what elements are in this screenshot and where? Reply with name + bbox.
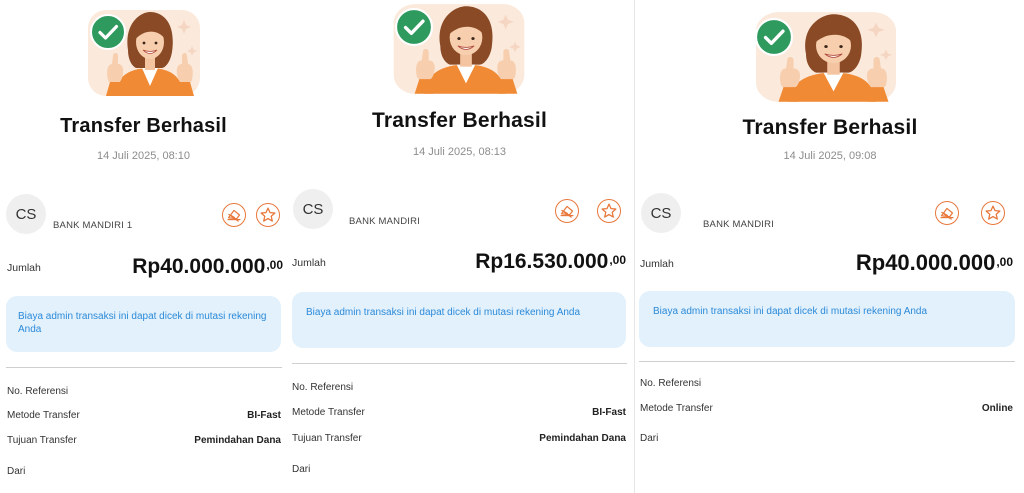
page-title: Transfer Berhasil — [742, 116, 918, 139]
favorite-button[interactable] — [256, 203, 280, 227]
method-label: Metode Transfer — [640, 403, 713, 414]
share-receipt-button[interactable] — [222, 203, 246, 227]
amount-main: Rp40.000.000 — [855, 250, 996, 275]
amount-main: Rp40.000.000 — [132, 255, 266, 278]
share-receipt-button[interactable] — [935, 201, 959, 225]
check-circle-icon — [755, 18, 793, 56]
purpose-label: Tujuan Transfer — [7, 435, 77, 446]
transfer-receipt-screen-1: Transfer Berhasil 14 Juli 2025, 08:10 CS… — [0, 0, 287, 493]
amount-value: Rp40.000.000,00 — [856, 250, 1013, 276]
reference-label: No. Referensi — [7, 386, 69, 397]
amount-value: Rp40.000.000,00 — [132, 255, 283, 279]
method-value: Online — [981, 403, 1013, 414]
star-icon — [260, 207, 276, 222]
amount-label: Jumlah — [640, 258, 674, 270]
amount-main: Rp16.530.000 — [475, 250, 609, 273]
amount-cents: ,00 — [996, 255, 1013, 269]
avatar: CS — [6, 194, 46, 234]
check-circle-icon — [90, 14, 126, 50]
star-icon — [985, 205, 1001, 220]
amount-value: Rp16.530.000,00 — [475, 250, 626, 274]
purpose-value: Pemindahan Dana — [194, 435, 281, 446]
divider — [639, 361, 1015, 362]
method-label: Metode Transfer — [292, 407, 365, 418]
bank-name: BANK MANDIRI — [703, 219, 775, 230]
avatar: CS — [293, 189, 333, 229]
admin-fee-info: Biaya admin transaksi ini dapat dicek di… — [292, 292, 626, 348]
purpose-value: Pemindahan Dana — [539, 433, 626, 444]
bank-name: BANK MANDIRI — [349, 216, 421, 227]
transfer-receipt-screen-3: Transfer Berhasil 14 Juli 2025, 09:08 CS… — [634, 0, 1024, 493]
method-value: BI-Fast — [592, 407, 626, 418]
from-label: Dari — [7, 466, 26, 477]
amount-label: Jumlah — [292, 257, 326, 269]
purpose-label: Tujuan Transfer — [292, 433, 362, 444]
admin-fee-info: Biaya admin transaksi ini dapat dicek di… — [6, 296, 281, 352]
amount-label: Jumlah — [7, 262, 41, 274]
check-circle-icon — [395, 8, 433, 46]
share-receipt-button[interactable] — [555, 199, 579, 223]
bank-name: BANK MANDIRI 1 — [53, 220, 133, 231]
transfer-receipt-screen-2: Transfer Berhasil 14 Juli 2025, 08:13 CS… — [287, 0, 632, 493]
divider — [292, 363, 627, 364]
transfer-datetime: 14 Juli 2025, 08:10 — [97, 150, 190, 162]
method-value: BI-Fast — [247, 410, 281, 421]
share-receipt-icon — [559, 205, 575, 219]
from-label: Dari — [640, 433, 659, 444]
amount-cents: ,00 — [266, 258, 283, 272]
divider — [6, 367, 282, 368]
from-label: Dari — [292, 464, 311, 475]
page-title: Transfer Berhasil — [60, 115, 227, 137]
favorite-button[interactable] — [981, 201, 1005, 225]
reference-label: No. Referensi — [292, 382, 354, 393]
avatar: CS — [641, 193, 681, 233]
star-icon — [601, 203, 617, 218]
amount-cents: ,00 — [609, 253, 626, 267]
page-title: Transfer Berhasil — [372, 109, 547, 132]
reference-label: No. Referensi — [640, 378, 702, 389]
share-receipt-icon — [939, 207, 955, 221]
transfer-datetime: 14 Juli 2025, 08:13 — [413, 146, 506, 158]
favorite-button[interactable] — [597, 199, 621, 223]
transfer-datetime: 14 Juli 2025, 09:08 — [783, 150, 877, 162]
admin-fee-info: Biaya admin transaksi ini dapat dicek di… — [639, 291, 1015, 347]
share-receipt-icon — [226, 209, 242, 223]
method-label: Metode Transfer — [7, 410, 80, 421]
